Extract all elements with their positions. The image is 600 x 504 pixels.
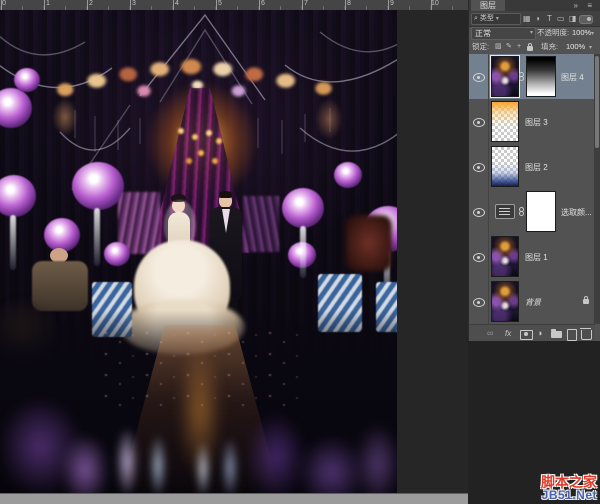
eye-icon: [473, 208, 485, 217]
bottom-scroll-strip[interactable]: [0, 493, 468, 504]
filter-type-label: 类型: [480, 15, 494, 22]
visibility-toggle[interactable]: [469, 99, 489, 144]
panel-menu-icon[interactable]: ≡: [587, 0, 592, 11]
chevron-down-icon[interactable]: ▾: [591, 27, 594, 41]
photoshop-window: 0 1 2 3 4 5 6 7 8 9 10: [0, 0, 600, 504]
lock-image-icon[interactable]: ✎: [506, 43, 512, 51]
layer-thumbnail[interactable]: [491, 281, 519, 322]
new-layer-icon[interactable]: [567, 329, 577, 341]
layers-panel-toolbar: ∞ fx ◑: [469, 324, 595, 342]
layer-mask-thumbnail[interactable]: [526, 56, 556, 97]
layer-name[interactable]: 图层 1: [525, 252, 548, 263]
blend-mode-select[interactable]: 正常 ▾: [471, 27, 536, 40]
layer-name[interactable]: 选取颜...: [561, 207, 592, 218]
chevron-down-icon: ▾: [496, 16, 499, 22]
layer-name[interactable]: 背景: [525, 297, 541, 308]
document-canvas[interactable]: [0, 10, 397, 493]
layer-row[interactable]: 图层 1: [469, 234, 595, 280]
layer-thumbnail[interactable]: [491, 146, 519, 187]
layer-row-background[interactable]: 背景: [469, 279, 595, 325]
pasteboard: [397, 10, 468, 493]
ruler-number: 4: [175, 0, 179, 8]
ruler-number: 8: [347, 0, 351, 8]
ruler-number: 3: [132, 0, 136, 8]
visibility-toggle[interactable]: [469, 144, 489, 189]
layers-panel: 图层 » ≡ ⌕ 类型 ▾ ▦ ◑ T ▭ ◨ 正常 ▾ 不透明度: 100% …: [468, 0, 600, 341]
add-mask-icon[interactable]: [520, 330, 533, 340]
delete-layer-icon[interactable]: [581, 330, 592, 340]
ruler-number: 1: [46, 0, 50, 8]
visibility-toggle[interactable]: [469, 189, 489, 234]
lock-all-icon[interactable]: [527, 46, 533, 51]
ruler-number: 7: [304, 0, 308, 8]
vignette: [0, 10, 397, 493]
fill-label: 填充:: [541, 40, 558, 54]
visibility-toggle[interactable]: [469, 234, 489, 279]
ruler-number: 2: [89, 0, 93, 8]
scrollbar-thumb[interactable]: [595, 56, 599, 148]
watermark-line2: JB51.Net: [541, 489, 597, 502]
workspace-background: 脚本之家 JB51.Net: [468, 341, 600, 504]
layer-row-adjustment[interactable]: 选取颜...: [469, 189, 595, 235]
collapse-panel-icon[interactable]: »: [574, 0, 578, 11]
eye-icon: [473, 73, 485, 82]
tab-layers[interactable]: 图层: [471, 0, 505, 11]
chevron-down-icon: ▾: [530, 28, 533, 39]
filter-type-icon[interactable]: T: [547, 13, 552, 24]
mask-link-icon[interactable]: [519, 72, 525, 82]
layer-filter-bar: ⌕ 类型 ▾ ▦ ◑ T ▭ ◨: [469, 11, 600, 27]
ruler-number: 9: [390, 0, 394, 8]
layer-name[interactable]: 图层 3: [525, 117, 548, 128]
filter-smartobject-icon[interactable]: ◨: [569, 13, 577, 24]
chevron-down-icon[interactable]: ▾: [589, 41, 592, 55]
layer-row[interactable]: 图层 3: [469, 99, 595, 145]
layer-name[interactable]: 图层 2: [525, 162, 548, 173]
filter-pixel-icon[interactable]: ▦: [523, 13, 531, 24]
lock-transparent-icon[interactable]: ▨: [495, 43, 502, 51]
eye-icon: [473, 163, 485, 172]
lock-label: 锁定:: [472, 40, 489, 54]
opacity-label: 不透明度:: [537, 26, 569, 40]
layer-name[interactable]: 图层 4: [561, 72, 584, 83]
fill-value[interactable]: 100%: [566, 40, 585, 54]
blend-mode-value: 正常: [475, 29, 491, 38]
filter-shape-icon[interactable]: ▭: [557, 13, 565, 24]
layer-mask-thumbnail[interactable]: [526, 191, 556, 232]
link-layers-icon[interactable]: ∞: [487, 327, 493, 340]
eye-icon: [473, 298, 485, 307]
layer-thumbnail[interactable]: [491, 101, 519, 142]
watermark: 脚本之家 JB51.Net: [541, 475, 597, 502]
lock-position-icon[interactable]: +: [517, 43, 521, 51]
ruler-number: 6: [261, 0, 265, 8]
background-lock-icon: [583, 299, 589, 304]
filter-toggle-switch[interactable]: [579, 15, 593, 24]
new-group-icon[interactable]: [551, 331, 562, 338]
visibility-toggle[interactable]: [469, 54, 489, 99]
search-icon: ⌕: [474, 15, 478, 22]
filter-adjustment-icon[interactable]: ◑: [535, 13, 540, 24]
eye-icon: [473, 253, 485, 262]
eye-icon: [473, 118, 485, 127]
adjustment-layer-button-icon[interactable]: ◑: [537, 327, 542, 340]
visibility-toggle[interactable]: [469, 279, 489, 324]
filter-type-dropdown[interactable]: ⌕ 类型 ▾: [471, 13, 521, 25]
adjustment-layer-icon[interactable]: [495, 204, 515, 219]
panel-scrollbar[interactable]: [594, 54, 600, 324]
ruler-number: 5: [218, 0, 222, 8]
panel-tab-bar: 图层 » ≡: [469, 0, 600, 11]
layer-row[interactable]: 图层 2: [469, 144, 595, 190]
ruler-number: 0: [2, 0, 6, 8]
mask-link-icon[interactable]: [519, 207, 525, 217]
opacity-value[interactable]: 100%: [572, 26, 591, 40]
layer-thumbnail[interactable]: [491, 56, 519, 97]
lock-row: 锁定: ▨ ✎ + 填充: 100% ▾: [469, 40, 600, 54]
watermark-line1: 脚本之家: [541, 475, 597, 490]
ruler-number: 10: [431, 0, 439, 8]
layer-row-selected[interactable]: 图层 4: [469, 54, 595, 100]
blend-mode-row: 正常 ▾ 不透明度: 100% ▾: [469, 26, 600, 40]
layer-style-fx-icon[interactable]: fx: [505, 327, 511, 340]
layer-thumbnail[interactable]: [491, 236, 519, 277]
